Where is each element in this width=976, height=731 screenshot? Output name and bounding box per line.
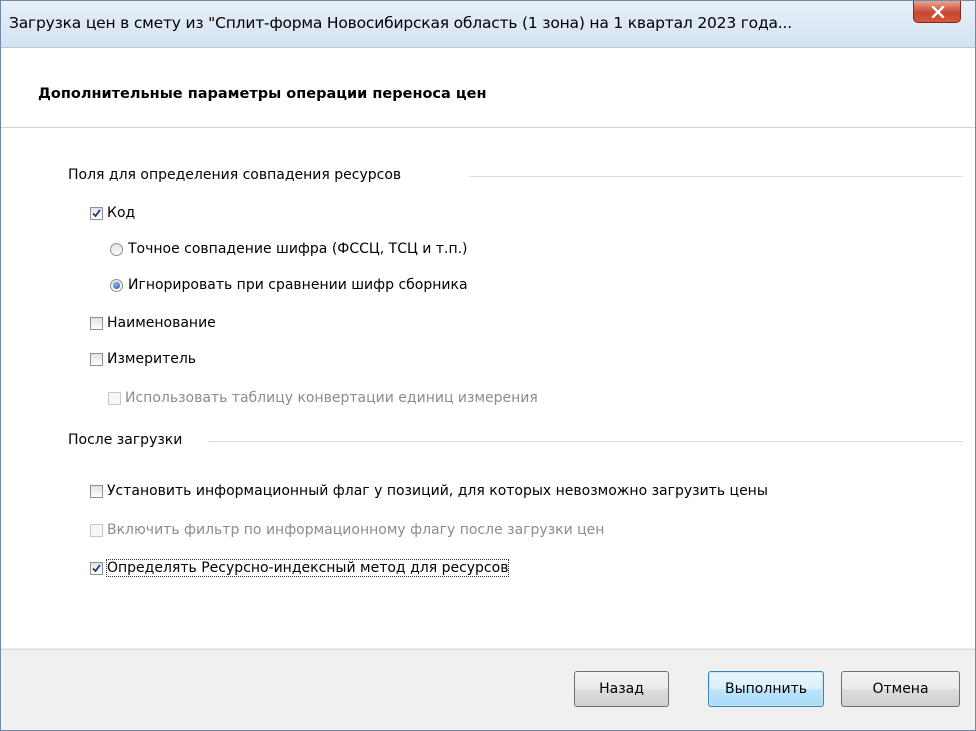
cancel-button[interactable]: Отмена (841, 671, 960, 707)
unit-conversion-checkbox-row: Использовать таблицу конвертации единиц … (108, 388, 538, 408)
exact-match-radio-row[interactable]: Точное совпадение шифра (ФССЦ, ТСЦ и т.п… (110, 239, 468, 259)
name-label: Наименование (107, 315, 216, 331)
enable-filter-checkbox-row: Включить фильтр по информационному флагу… (90, 520, 604, 540)
code-checkbox-row[interactable]: Код (90, 203, 135, 223)
checkmark-icon (92, 208, 101, 217)
after-group-divider (209, 441, 963, 442)
title-bar[interactable]: Загрузка цен в смету из "Сплит-форма Нов… (1, 1, 975, 48)
name-checkbox[interactable] (90, 316, 103, 330)
match-group-legend: Поля для определения совпадения ресурсов (68, 167, 402, 183)
options-panel: Поля для определения совпадения ресурсов… (1, 128, 975, 648)
enable-filter-checkbox (90, 523, 103, 537)
execute-button[interactable]: Выполнить (708, 671, 824, 707)
unit-checkbox-row[interactable]: Измеритель (90, 349, 196, 369)
resource-index-checkbox[interactable] (90, 561, 103, 575)
footer-divider (1, 649, 975, 650)
enable-filter-label: Включить фильтр по информационному флагу… (107, 522, 605, 538)
exact-match-radio[interactable] (110, 242, 123, 256)
code-checkbox[interactable] (90, 206, 103, 220)
match-group-divider (469, 176, 963, 177)
set-flag-checkbox[interactable] (90, 484, 103, 498)
unit-checkbox[interactable] (90, 352, 103, 366)
header-panel: Дополнительные параметры операции перено… (1, 48, 975, 128)
resource-index-label: Определять Ресурсно-индексный метод для … (105, 559, 510, 577)
close-icon (931, 6, 945, 18)
ignore-collection-radio[interactable] (110, 278, 123, 292)
resource-index-checkbox-row[interactable]: Определять Ресурсно-индексный метод для … (90, 558, 510, 578)
radio-selected-icon (113, 281, 120, 289)
exact-match-label: Точное совпадение шифра (ФССЦ, ТСЦ и т.п… (128, 241, 468, 257)
unit-conversion-checkbox (108, 391, 121, 405)
after-group-legend: После загрузки (68, 432, 183, 448)
close-button[interactable] (913, 1, 961, 23)
unit-conversion-label: Использовать таблицу конвертации единиц … (125, 390, 538, 406)
unit-label: Измеритель (107, 351, 197, 367)
window-title: Загрузка цен в смету из "Сплит-форма Нов… (9, 14, 792, 32)
checkmark-icon (92, 563, 101, 572)
code-label: Код (107, 205, 136, 221)
set-flag-label: Установить информационный флаг у позиций… (107, 483, 768, 499)
dialog-window: Загрузка цен в смету из "Сплит-форма Нов… (0, 0, 976, 731)
page-title: Дополнительные параметры операции перено… (38, 86, 487, 102)
ignore-collection-radio-row[interactable]: Игнорировать при сравнении шифр сборника (110, 275, 468, 295)
back-button[interactable]: Назад (574, 671, 669, 707)
set-flag-checkbox-row[interactable]: Установить информационный флаг у позиций… (90, 481, 768, 501)
name-checkbox-row[interactable]: Наименование (90, 313, 216, 333)
ignore-collection-label: Игнорировать при сравнении шифр сборника (128, 277, 468, 293)
